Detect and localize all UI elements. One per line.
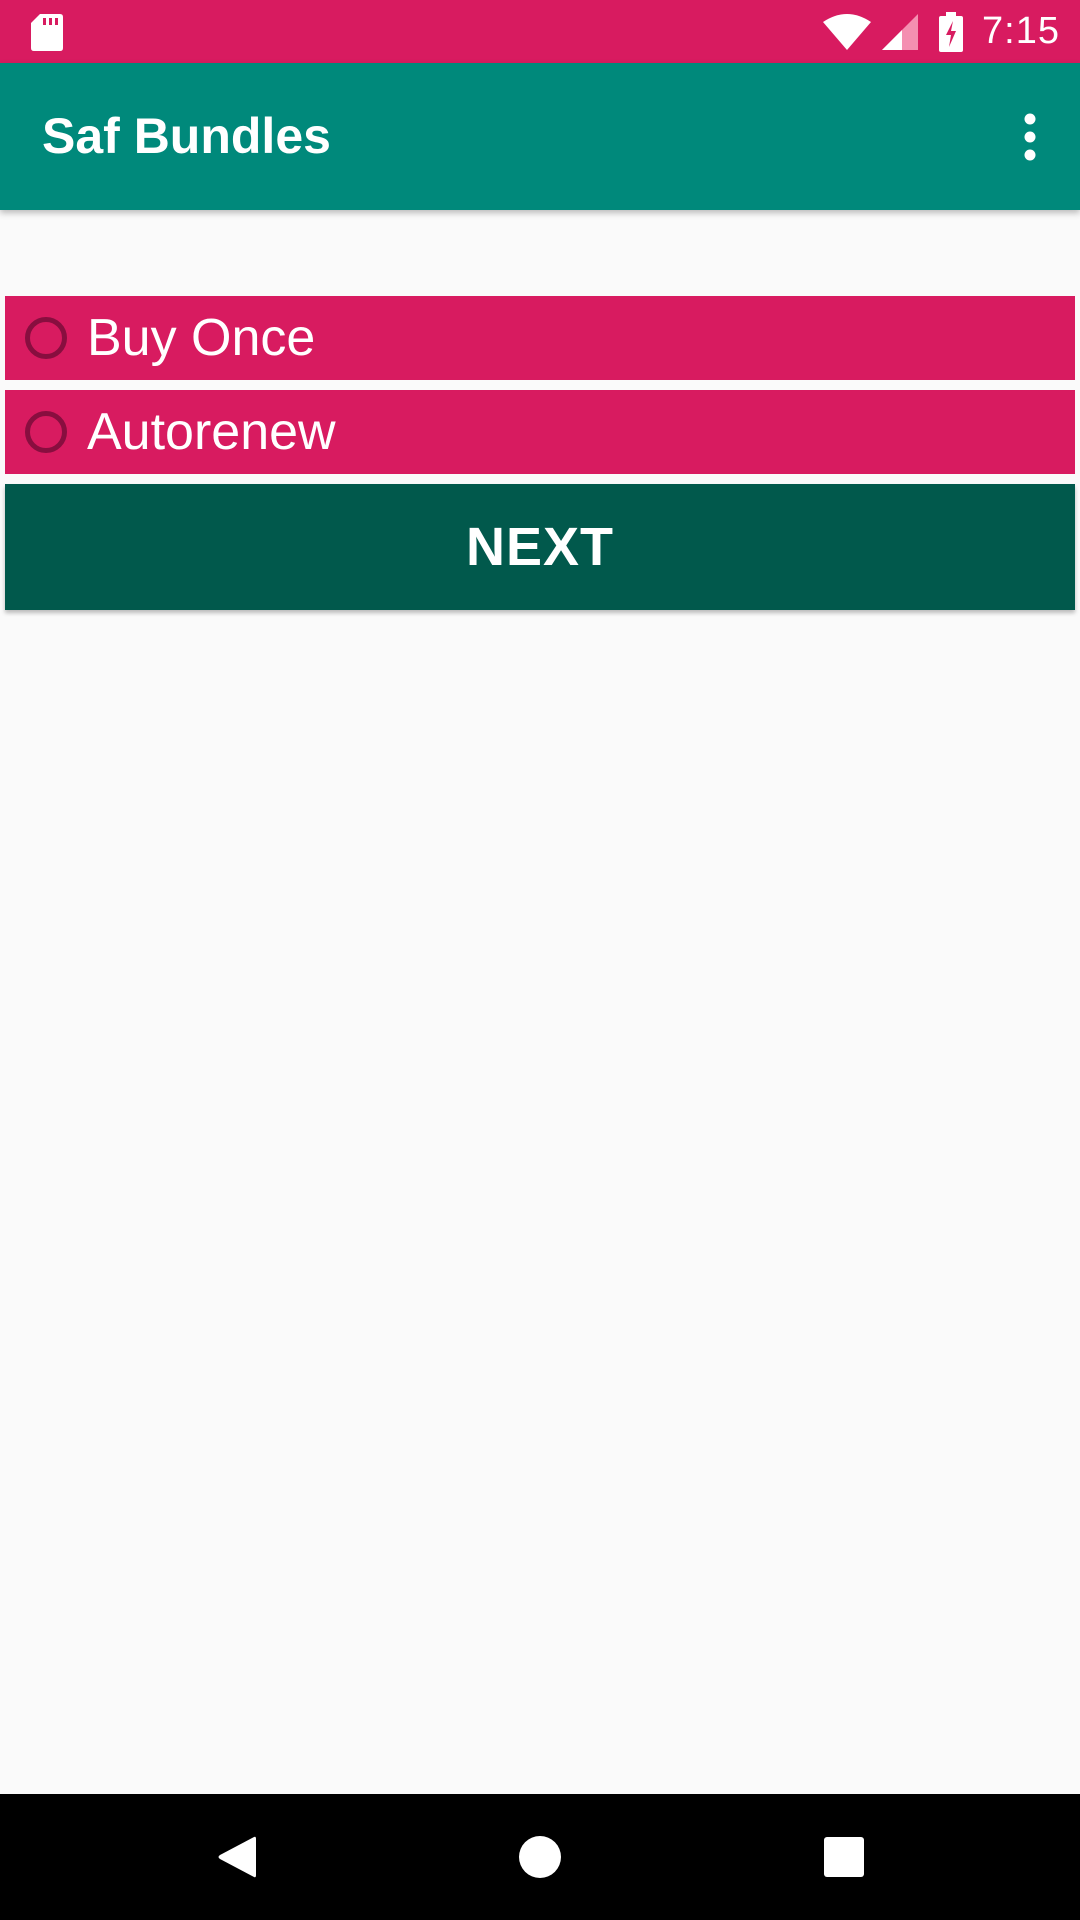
status-icons: 7:15 xyxy=(822,0,1060,63)
sd-card-icon xyxy=(31,14,63,51)
nav-home-button[interactable] xyxy=(510,1827,570,1887)
next-button[interactable]: NEXT xyxy=(5,484,1075,610)
back-icon xyxy=(218,1836,256,1878)
app-title: Saf Bundles xyxy=(42,108,331,164)
app-screen: 7:15 Saf Bundles Buy Once Autorenew NEXT xyxy=(0,0,1080,1920)
app-bar: Saf Bundles xyxy=(0,63,1080,210)
radio-button-icon[interactable] xyxy=(25,411,67,453)
radio-option-autorenew[interactable]: Autorenew xyxy=(5,390,1075,474)
wifi-icon xyxy=(823,13,872,50)
radio-option-buy-once[interactable]: Buy Once xyxy=(5,296,1075,380)
signal-icon xyxy=(882,13,919,50)
status-bar: 7:15 xyxy=(0,0,1080,63)
home-icon xyxy=(519,1836,561,1878)
nav-recents-button[interactable] xyxy=(814,1827,874,1887)
radio-option-label: Buy Once xyxy=(87,309,316,367)
more-vert-icon xyxy=(1024,113,1036,161)
battery-charging-icon xyxy=(939,11,964,52)
navigation-bar xyxy=(0,1794,1080,1920)
radio-option-label: Autorenew xyxy=(87,403,336,461)
recents-icon xyxy=(824,1837,864,1877)
overflow-menu-button[interactable] xyxy=(994,93,1066,181)
radio-button-icon[interactable] xyxy=(25,317,67,359)
nav-back-button[interactable] xyxy=(206,1827,266,1887)
status-time: 7:15 xyxy=(982,10,1060,52)
